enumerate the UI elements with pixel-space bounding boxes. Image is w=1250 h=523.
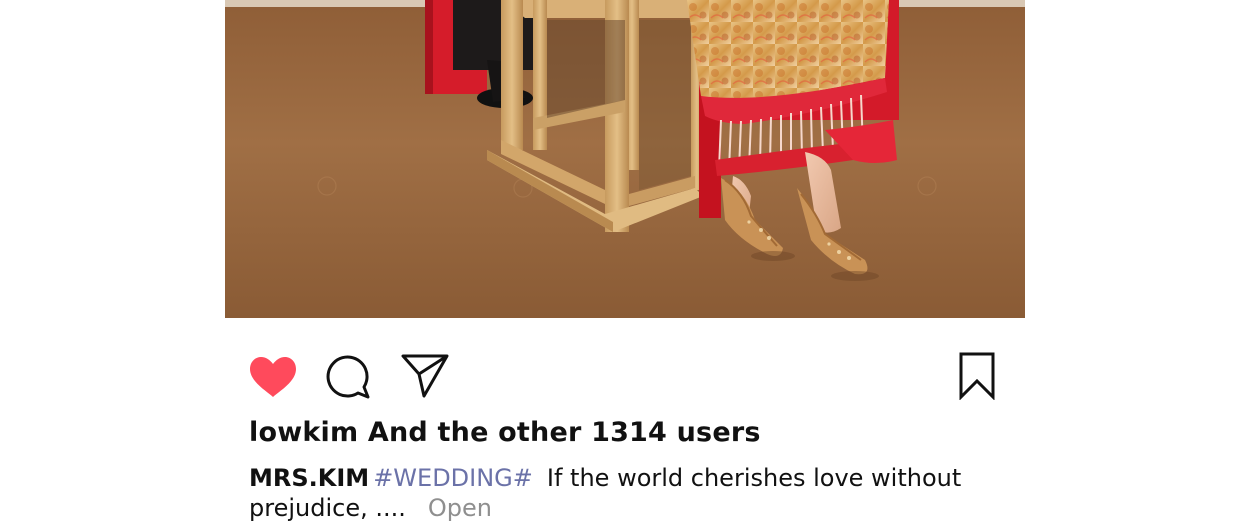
post-action-bar: [248, 350, 1028, 402]
caption-text-line-2: prejudice, ....: [249, 494, 406, 522]
likes-summary[interactable]: lowkim And the other 1314 users: [249, 417, 761, 448]
caption-line-1: MRS.KIM #WEDDING# If the world cherishes l…: [249, 463, 961, 493]
caption-text-line-1: If the world cherishes love without: [546, 464, 962, 492]
heart-icon[interactable]: [248, 356, 298, 398]
caption-line-2: prejudice, .... Open: [249, 493, 929, 523]
post-photo[interactable]: [225, 0, 1025, 318]
post-photo-image: [225, 0, 1025, 318]
post-caption: MRS.KIM #WEDDING# If the world cherishes l…: [249, 463, 961, 523]
caption-hashtag[interactable]: #WEDDING#: [373, 464, 533, 492]
caption-open-link[interactable]: Open: [428, 494, 492, 522]
bookmark-icon[interactable]: [958, 352, 996, 401]
paper-plane-icon[interactable]: [400, 352, 450, 398]
speech-bubble-icon[interactable]: [326, 354, 372, 400]
caption-username[interactable]: MRS.KIM: [249, 464, 369, 492]
